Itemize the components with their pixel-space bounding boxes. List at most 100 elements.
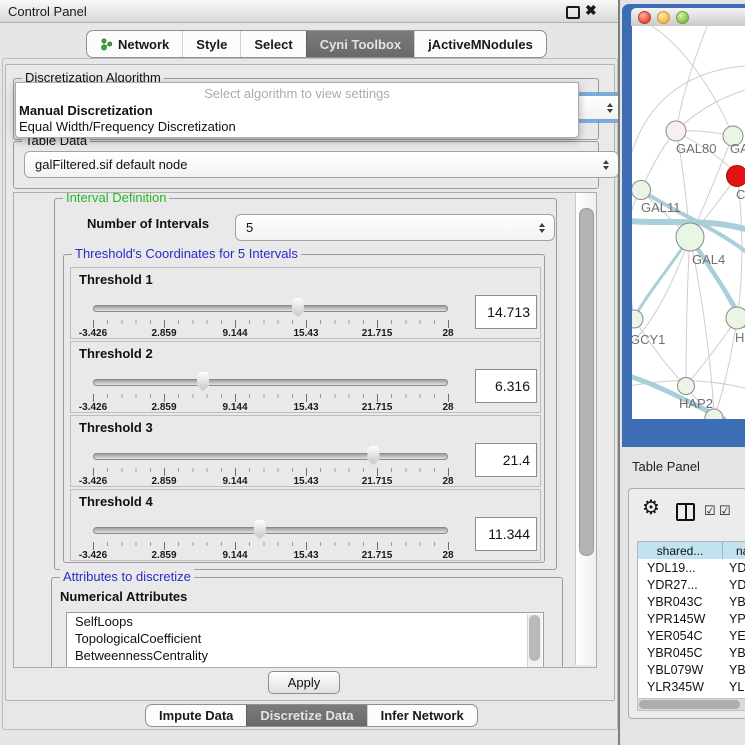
network-canvas[interactable]: GAL80 GA C GAL11 GAL4 GCY1 H HAP2 [632,26,745,419]
node-gcy1[interactable] [632,310,643,328]
dropdown-option-equal-width[interactable]: Equal Width/Frequency Discretization [16,119,578,135]
table-row[interactable]: YPR145WYPR1 [638,610,745,627]
numerical-attributes-label: Numerical Attributes [60,589,187,604]
tab-jactivemnodules[interactable]: jActiveMNodules [414,31,546,57]
tick-label: 15.43 [293,550,318,561]
slider-ticks [93,320,449,328]
node-hap2[interactable] [678,378,695,395]
checkbox-icon[interactable]: ☑ [719,503,731,519]
table-row[interactable]: YBR045CYBR0 [638,644,745,661]
list-item[interactable]: BetweennessCentrality [67,647,543,664]
threshold-3-slider[interactable] [93,446,448,466]
threshold-3-label: Threshold 3 [79,420,153,435]
table-row[interactable]: YLR345WYLR3 [638,678,745,695]
slider-track [93,305,448,312]
close-traffic-light-icon[interactable] [638,11,651,24]
tab-style[interactable]: Style [182,31,240,57]
tick-label: -3.426 [79,476,107,487]
threshold-4-slider[interactable] [93,520,448,540]
network-view-window: GAL80 GA C GAL11 GAL4 GCY1 H HAP2 [622,4,745,447]
node-gal80[interactable] [666,121,686,141]
slider-track [93,453,448,460]
tick-label: 2.859 [151,550,176,561]
node-label-partial: C [736,187,745,202]
tab-network[interactable]: Network [87,31,182,57]
scrollbar-thumb[interactable] [639,700,740,709]
combo-arrows-icon [603,160,609,170]
group-interval-definition-title: Interval Definition [63,192,169,205]
node-label-hap2: HAP2 [679,396,713,411]
minimize-traffic-light-icon[interactable] [657,11,670,24]
checkbox-icon[interactable]: ☑ [704,503,716,519]
number-of-intervals-combobox[interactable]: 5 [235,214,555,241]
tick-label: 15.43 [293,476,318,487]
close-icon[interactable]: ✖ [585,2,597,19]
table-data-combobox[interactable]: galFiltered.sif default node [24,151,619,178]
tick-label: 2.859 [151,476,176,487]
tab-discretize-data[interactable]: Discretize Data [246,705,366,726]
threshold-2-value-field[interactable]: 6.316 [475,369,537,403]
column-header-name[interactable]: na [723,542,745,559]
list-item[interactable]: SelfLoops [67,613,543,630]
slider-track [93,379,448,386]
scrollbar-thumb[interactable] [579,208,594,556]
settings-scroll-panel: Interval Definition Number of Intervals … [13,192,597,668]
scrollbar-thumb[interactable] [529,615,540,661]
cyni-bottom-tabs: Impute Data Discretize Data Infer Networ… [145,704,478,727]
network-window-titlebar [631,8,745,26]
node-gal11[interactable] [632,181,651,200]
numerical-attributes-list[interactable]: SelfLoops TopologicalCoefficient Between… [66,612,544,668]
table-data-value: galFiltered.sif default node [35,157,187,172]
threshold-4-value-field[interactable]: 11.344 [475,517,537,551]
node-label-gal80: GAL80 [676,141,716,156]
group-attributes-to-discretize: Attributes to discretize Numerical Attri… [51,577,563,668]
tick-label: 2.859 [151,402,176,413]
node-label-gal11: GAL11 [641,200,681,215]
group-attributes-title: Attributes to discretize [60,569,194,584]
node-gal4[interactable] [676,223,704,251]
tick-label: 9.144 [222,328,247,339]
zoom-traffic-light-icon[interactable] [676,11,689,24]
list-scrollbar[interactable] [527,614,542,668]
slider-thumb[interactable] [196,372,211,391]
threshold-2-slider[interactable] [93,372,448,392]
threshold-1-slider[interactable] [93,298,448,318]
float-window-icon[interactable] [566,6,580,19]
dropdown-option-manual[interactable]: Manual Discretization [16,103,578,119]
tab-cyni-toolbox[interactable]: Cyni Toolbox [306,31,414,57]
split-columns-icon[interactable] [676,503,695,521]
panel-scrollbar[interactable] [575,193,596,665]
tick-label: 21.715 [362,550,393,561]
threshold-3-value-field[interactable]: 21.4 [475,443,537,477]
table-row[interactable]: YDL19...YDL1 [638,559,745,576]
tab-select[interactable]: Select [240,31,305,57]
tick-label: 15.43 [293,402,318,413]
table-row[interactable]: YBL079WYBL0 [638,661,745,678]
slider-thumb[interactable] [252,520,267,539]
table-body[interactable]: YDL19...YDL1 YDR27...YDR2 YBR043CYBR0 YP… [638,559,745,698]
slider-ticks [93,394,449,402]
dropdown-prompt-item[interactable]: Select algorithm to view settings [16,83,578,103]
threshold-4-label: Threshold 4 [79,494,153,509]
tick-label: 21.715 [362,328,393,339]
apply-button[interactable]: Apply [268,671,340,694]
tick-label: 15.43 [293,328,318,339]
pane-divider[interactable] [618,0,620,745]
table-row[interactable]: YDR27...YDR2 [638,576,745,593]
slider-thumb[interactable] [366,446,381,465]
column-header-shared-name[interactable]: shared... [638,542,723,559]
node-red-selected[interactable] [727,166,745,187]
threshold-2-panel: Threshold 2 -3.426 2.859 9.144 15.43 21.… [70,341,541,413]
tab-impute-data[interactable]: Impute Data [146,705,246,726]
table-horizontal-scrollbar[interactable] [637,698,745,711]
table-row[interactable]: YBR043CYBR0 [638,593,745,610]
gear-icon[interactable]: ⚙ [642,498,660,518]
slider-thumb[interactable] [290,298,305,317]
list-item[interactable]: TopologicalCoefficient [67,630,543,647]
table-row[interactable]: YER054CYER0 [638,627,745,644]
node-partial-right[interactable] [726,307,745,329]
tab-infer-network[interactable]: Infer Network [367,705,477,726]
tick-label: 9.144 [222,476,247,487]
threshold-1-value-field[interactable]: 14.713 [475,295,537,329]
network-graph: GAL80 GA C GAL11 GAL4 GCY1 H HAP2 [632,26,745,419]
